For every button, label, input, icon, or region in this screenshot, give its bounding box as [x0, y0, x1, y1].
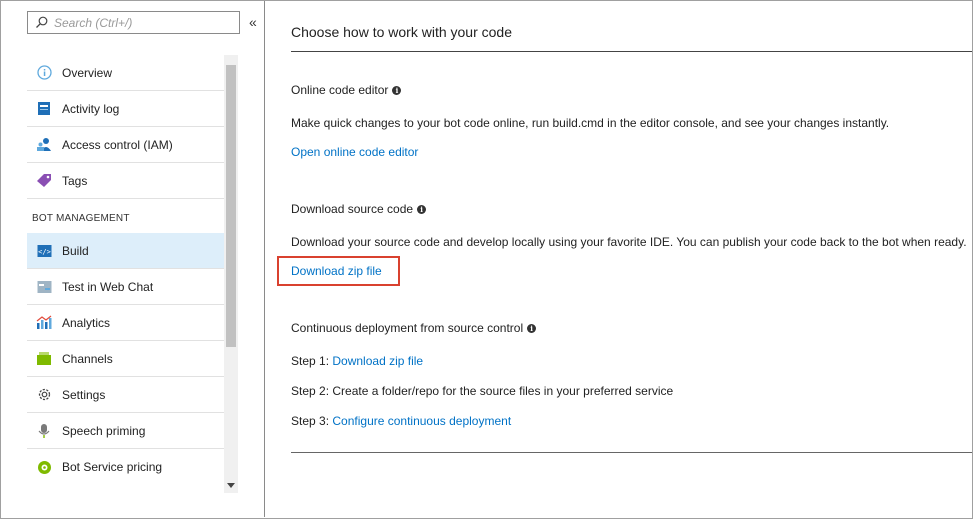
step-1-download-zip-link[interactable]: Download zip file [332, 354, 423, 368]
online-editor-heading: Online code editor i [291, 83, 402, 97]
sidebar-item-label: Access control (IAM) [62, 137, 173, 152]
continuous-deployment-heading: Continuous deployment from source contro… [291, 321, 537, 335]
tag-icon [36, 173, 52, 189]
sidebar-item-label: Speech priming [62, 423, 146, 438]
microphone-icon [36, 423, 52, 439]
step-2: Step 2: Create a folder/repo for the sou… [291, 384, 674, 398]
configure-continuous-deployment-link[interactable]: Configure continuous deployment [332, 414, 511, 428]
info-icon[interactable]: i [392, 85, 402, 95]
download-title: Download source code [291, 202, 414, 216]
code-icon: </> [36, 243, 52, 259]
download-description: Download your source code and develop lo… [291, 235, 967, 249]
search-box[interactable] [27, 11, 240, 34]
sidebar-menu: Overview Activity log Access control (IA… [27, 55, 224, 485]
info-icon[interactable]: i [417, 204, 427, 214]
step-3: Step 3: Configure continuous deployment [291, 414, 511, 428]
info-icon[interactable]: i [527, 323, 537, 333]
pricing-icon [36, 459, 52, 475]
sidebar-item-settings[interactable]: Settings [27, 377, 224, 413]
sidebar-item-label: Analytics [62, 315, 111, 330]
scroll-down-arrow-icon[interactable] [226, 481, 236, 489]
channels-icon [36, 351, 52, 367]
sidebar-scrollbar[interactable] [224, 55, 238, 493]
sidebar-item-label: Channels [62, 351, 113, 366]
analytics-icon [36, 315, 52, 331]
title-divider [291, 51, 972, 52]
download-zip-link[interactable]: Download zip file [291, 264, 382, 278]
sidebar-item-label: Overview [62, 65, 113, 80]
sidebar-item-build[interactable]: </> Build [27, 233, 224, 269]
search-input[interactable] [54, 15, 234, 30]
sidebar-item-test-web-chat[interactable]: Test in Web Chat [27, 269, 224, 305]
collapse-sidebar-icon[interactable]: « [249, 14, 257, 30]
sidebar-item-label: Activity log [62, 101, 120, 116]
activity-log-icon [36, 101, 52, 117]
section-header-bot-management: BOT MANAGEMENT [32, 213, 130, 224]
svg-text:</>: </> [38, 248, 51, 256]
step-3-prefix: Step 3: [291, 414, 333, 428]
sidebar-item-label: Bot Service pricing [62, 460, 163, 474]
sidebar-item-label: Test in Web Chat [62, 279, 154, 294]
sidebar-item-analytics[interactable]: Analytics [27, 305, 224, 341]
download-heading: Download source code i [291, 202, 427, 216]
step-1-prefix: Step 1: [291, 354, 333, 368]
iam-icon [36, 137, 52, 153]
sidebar: « Overview Activity log Access control (… [1, 1, 265, 517]
online-editor-title: Online code editor [291, 83, 389, 97]
page-title: Choose how to work with your code [291, 24, 512, 40]
sidebar-item-overview[interactable]: Overview [27, 55, 224, 91]
sidebar-item-speech-priming[interactable]: Speech priming [27, 413, 224, 449]
overview-icon [36, 65, 52, 81]
sidebar-item-tags[interactable]: Tags [27, 163, 224, 199]
search-icon [28, 12, 54, 33]
step-1: Step 1: Download zip file [291, 354, 423, 368]
continuous-deployment-title: Continuous deployment from source contro… [291, 321, 524, 335]
sidebar-item-activity-log[interactable]: Activity log [27, 91, 224, 127]
gear-icon [36, 387, 52, 403]
open-online-editor-link[interactable]: Open online code editor [291, 145, 418, 159]
sidebar-item-channels[interactable]: Channels [27, 341, 224, 377]
webchat-icon [36, 279, 52, 295]
online-editor-description: Make quick changes to your bot code onli… [291, 116, 890, 130]
sidebar-item-label: Build [62, 243, 89, 258]
bottom-divider [291, 452, 972, 453]
sidebar-item-label: Tags [62, 173, 88, 188]
scrollbar-thumb[interactable] [226, 65, 236, 347]
sidebar-item-access-control[interactable]: Access control (IAM) [27, 127, 224, 163]
sidebar-item-label: Settings [62, 387, 106, 402]
sidebar-item-pricing[interactable]: Bot Service pricing [27, 449, 224, 485]
